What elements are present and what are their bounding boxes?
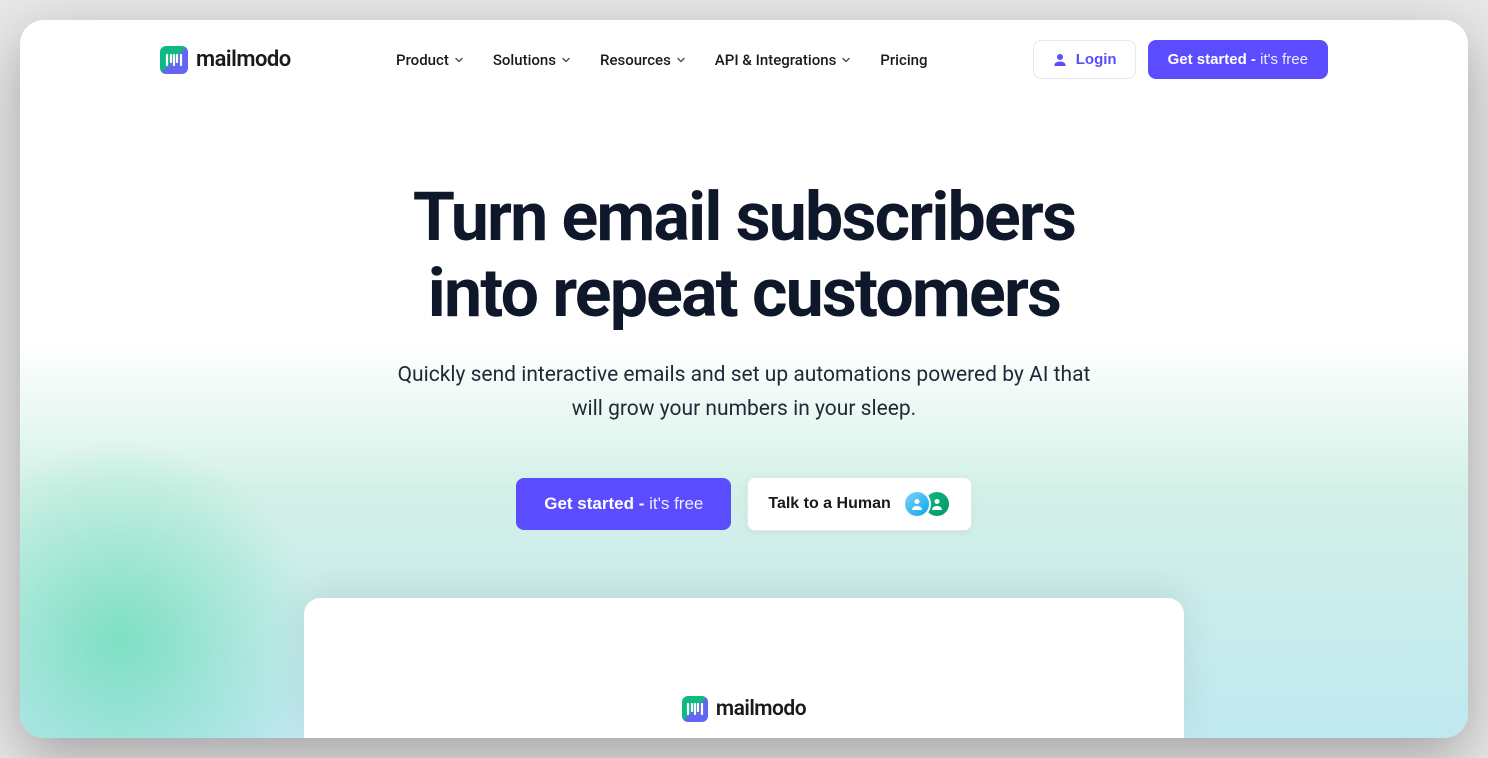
nav-item-resources[interactable]: Resources [600, 51, 687, 69]
nav-label: Pricing [880, 51, 927, 69]
chevron-down-icon [560, 54, 572, 66]
nav-item-solutions[interactable]: Solutions [493, 51, 572, 69]
hero-cta-prefix: Get started - [544, 494, 649, 513]
nav-item-pricing[interactable]: Pricing [880, 51, 927, 69]
cta-suffix: it's free [1260, 51, 1308, 68]
cta-prefix: Get started - [1168, 51, 1261, 68]
hero-subtitle: Quickly send interactive emails and set … [384, 359, 1104, 426]
mailmodo-logo-icon [160, 46, 188, 74]
mailmodo-logo-icon [682, 696, 708, 722]
header-actions: Login Get started - it's free [1033, 40, 1328, 79]
chevron-down-icon [675, 54, 687, 66]
chevron-down-icon [840, 54, 852, 66]
hero-cta-suffix: it's free [649, 494, 703, 513]
login-label: Login [1076, 51, 1117, 68]
preview-brand-name: mailmodo [716, 697, 806, 721]
hero-title-line1: Turn email subscribers [413, 177, 1075, 257]
nav-item-api-integrations[interactable]: API & Integrations [715, 51, 853, 69]
app-window: mailmodo Product Solutions Resources API… [20, 20, 1468, 738]
brand-name: mailmodo [196, 47, 291, 72]
avatar-icon [903, 490, 931, 518]
site-header: mailmodo Product Solutions Resources API… [20, 20, 1468, 99]
brand-logo[interactable]: mailmodo [160, 46, 291, 74]
user-icon [1052, 52, 1068, 68]
hero-get-started-button[interactable]: Get started - it's free [516, 478, 731, 530]
product-preview-panel: mailmodo [304, 598, 1184, 738]
preview-brand-logo: mailmodo [682, 696, 806, 722]
get-started-button[interactable]: Get started - it's free [1148, 40, 1328, 79]
main-nav: Product Solutions Resources API & Integr… [396, 51, 928, 69]
talk-to-human-button[interactable]: Talk to a Human [747, 477, 971, 531]
chevron-down-icon [453, 54, 465, 66]
nav-label: API & Integrations [715, 51, 837, 69]
human-avatars [903, 490, 951, 518]
hero-title-line2: into repeat customers [428, 253, 1060, 333]
nav-label: Product [396, 51, 449, 69]
hero-section: Turn email subscribers into repeat custo… [20, 99, 1468, 571]
login-button[interactable]: Login [1033, 40, 1136, 79]
nav-label: Solutions [493, 51, 556, 69]
nav-item-product[interactable]: Product [396, 51, 465, 69]
hero-actions: Get started - it's free Talk to a Human [60, 477, 1428, 531]
hero-title: Turn email subscribers into repeat custo… [60, 179, 1428, 331]
talk-label: Talk to a Human [768, 495, 890, 513]
nav-label: Resources [600, 51, 671, 69]
